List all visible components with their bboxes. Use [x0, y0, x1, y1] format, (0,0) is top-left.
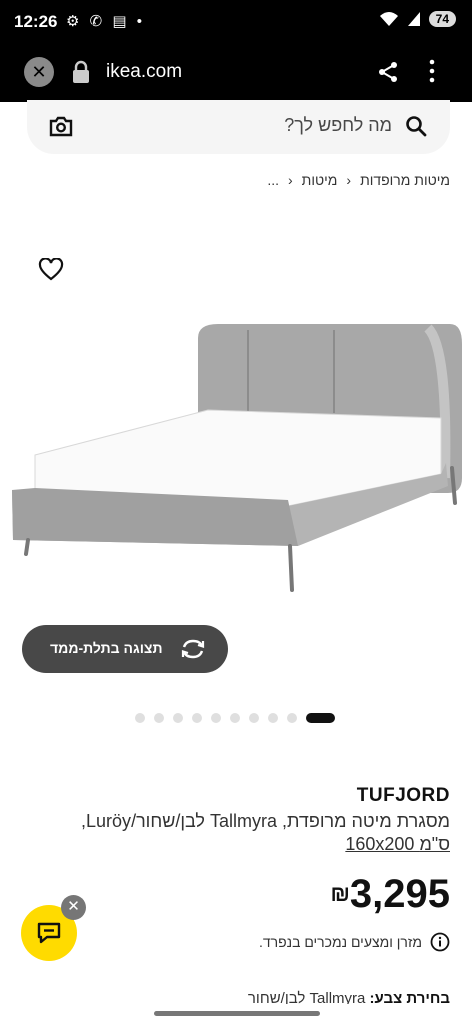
search-input[interactable]: מה לחפש לך? [284, 115, 392, 136]
breadcrumb-ellipsis[interactable]: ... [267, 172, 279, 188]
browser-toolbar: ✕ ikea.com [0, 46, 472, 102]
battery-level: 74 [428, 11, 456, 27]
url-text[interactable]: ikea.com [106, 61, 182, 83]
lock-icon [73, 60, 89, 83]
mattress-note-text: מזרן ומצעים נמכרים בנפרד. [258, 934, 422, 950]
carousel-dot[interactable] [268, 713, 278, 723]
breadcrumb: מיטות מרופדות ‹ מיטות ‹ ... [267, 172, 450, 188]
carousel-dot[interactable] [249, 713, 259, 723]
image-carousel-indicator [135, 713, 335, 723]
signal-icon [407, 12, 420, 26]
breadcrumb-item-upholstered-beds[interactable]: מיטות מרופדות [360, 172, 450, 188]
breadcrumb-item-beds[interactable]: מיטות [302, 172, 338, 188]
notification-icons: ⚙ ✆ ▤ • [66, 13, 145, 30]
product-name: TUFJORD [356, 785, 450, 806]
carousel-dot-active[interactable] [306, 713, 335, 723]
carousel-dot[interactable] [287, 713, 297, 723]
status-bar: 12:26 ⚙ ✆ ▤ • 74 [0, 0, 472, 46]
more-options-icon[interactable] [424, 58, 440, 84]
chevron-icon: ‹ [288, 172, 293, 188]
close-tab-button[interactable]: ✕ [24, 57, 54, 87]
info-icon[interactable] [430, 932, 450, 952]
chat-icon [37, 922, 61, 944]
view-3d-button[interactable]: תצוגה בתלת-ממד [22, 625, 228, 673]
gesture-handle[interactable] [154, 1011, 320, 1016]
carousel-dot[interactable] [192, 713, 202, 723]
camera-icon[interactable] [49, 115, 73, 137]
carousel-dot[interactable] [230, 713, 240, 723]
share-icon[interactable] [376, 60, 400, 84]
product-image [12, 324, 462, 592]
product-description: מסגרת מיטה מרופדת, Tallmyra לבן/שחור/Lur… [81, 811, 450, 831]
mattress-note: מזרן ומצעים נמכרים בנפרד. [259, 932, 450, 952]
search-bar[interactable]: מה לחפש לך? [27, 100, 450, 154]
view-3d-label: תצוגה בתלת-ממד [50, 640, 163, 656]
carousel-dot[interactable] [135, 713, 145, 723]
carousel-dot[interactable] [173, 713, 183, 723]
carousel-dot[interactable] [211, 713, 221, 723]
product-size-link[interactable]: 160x200 ס"מ [345, 834, 450, 855]
favorite-heart-icon[interactable] [38, 258, 64, 282]
currency-symbol: ₪ [330, 881, 350, 906]
chevron-icon: ‹ [346, 172, 352, 188]
carousel-dot[interactable] [154, 713, 164, 723]
status-time: 12:26 [14, 12, 58, 31]
price-value: 3,295 [349, 872, 450, 916]
rotate-3d-icon [181, 639, 205, 659]
search-icon[interactable] [404, 114, 428, 138]
close-chat-button[interactable]: ✕ [61, 895, 86, 920]
product-price: ₪3,295 [330, 872, 450, 917]
wifi-icon [379, 12, 398, 26]
